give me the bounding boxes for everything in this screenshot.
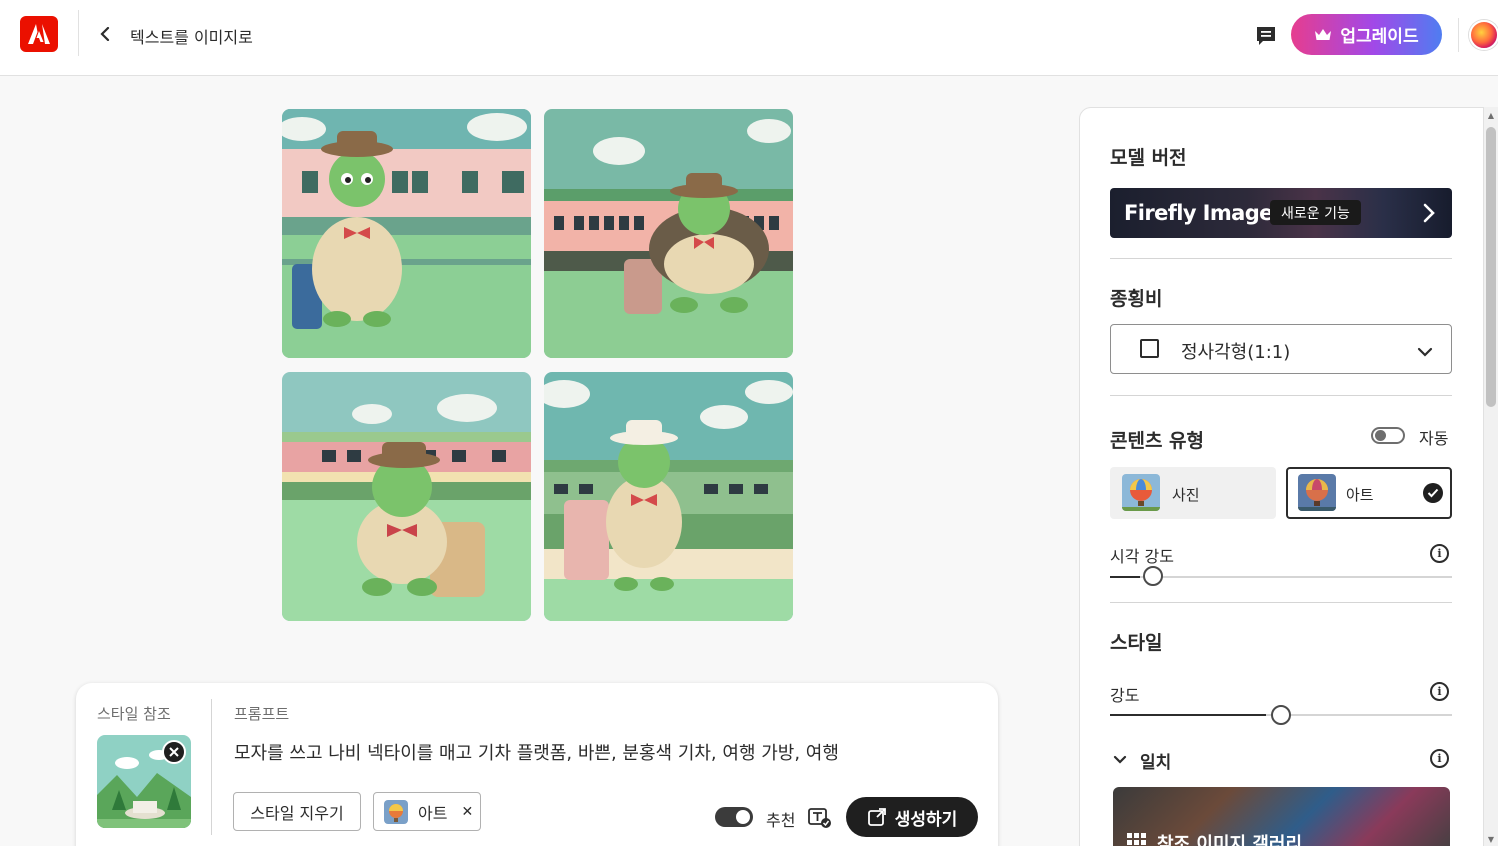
strength-fill — [1110, 714, 1266, 716]
feedback-icon[interactable] — [1254, 24, 1278, 48]
model-version-selector[interactable]: Firefly Image 2 새로운 기능 — [1110, 188, 1452, 238]
remove-style-reference-icon[interactable] — [162, 740, 186, 764]
strength-label: 강도 — [1110, 686, 1140, 705]
gallery-label: 참조 이미지 갤러리 — [1157, 834, 1303, 846]
checkmark-icon — [1423, 483, 1443, 503]
model-version-title: 모델 버전 — [1110, 147, 1187, 169]
generated-image-1[interactable] — [282, 109, 531, 358]
photo-label: 사진 — [1172, 486, 1200, 504]
art-chip-label: 아트 — [418, 803, 448, 823]
header-divider — [78, 10, 79, 56]
recommend-toggle[interactable] — [715, 807, 753, 827]
text-check-icon[interactable] — [808, 807, 832, 829]
chevron-down-icon[interactable] — [1113, 750, 1127, 769]
upgrade-button[interactable]: 업그레이드 — [1291, 14, 1442, 55]
visual-intensity-fill — [1110, 576, 1140, 578]
section-divider — [1110, 602, 1452, 603]
generated-image-4[interactable] — [544, 372, 793, 621]
aspect-ratio-value: 정사각형(1:1) — [1181, 342, 1291, 363]
generated-image-3[interactable] — [282, 372, 531, 621]
remove-art-chip-icon[interactable]: ✕ — [461, 804, 473, 820]
generate-icon — [867, 808, 886, 826]
section-divider — [1110, 258, 1452, 259]
scroll-up-icon[interactable]: ▲ — [1486, 110, 1496, 120]
auto-label: 자동 — [1419, 429, 1449, 448]
strength-handle[interactable] — [1271, 705, 1291, 725]
prompt-input[interactable]: 모자를 쓰고 나비 넥타이를 매고 기차 플랫폼, 바쁜, 분홍색 기차, 여행… — [234, 739, 974, 765]
content-type-title: 콘텐츠 유형 — [1110, 430, 1205, 452]
aspect-ratio-title: 종횡비 — [1110, 288, 1163, 310]
style-reference-label: 스타일 참조 — [97, 705, 171, 723]
app-header: 텍스트를 이미지로 업그레이드 — [0, 0, 1498, 76]
section-divider — [1110, 395, 1452, 396]
header-divider-right — [1458, 18, 1459, 52]
generate-button[interactable]: 생성하기 — [846, 797, 978, 837]
aspect-ratio-dropdown[interactable]: 정사각형(1:1) — [1110, 324, 1452, 374]
square-icon — [1140, 339, 1159, 358]
back-chevron-icon[interactable] — [94, 22, 116, 46]
clear-style-button[interactable]: 스타일 지우기 — [233, 792, 361, 831]
match-title[interactable]: 일치 — [1140, 748, 1171, 773]
chevron-down-icon — [1417, 342, 1433, 361]
auto-content-toggle[interactable] — [1371, 427, 1405, 444]
content-type-art[interactable]: 아트 — [1286, 467, 1452, 519]
content-type-photo[interactable]: 사진 — [1110, 467, 1276, 519]
crown-icon — [1315, 28, 1332, 40]
chevron-right-icon — [1423, 203, 1435, 227]
reference-gallery-card[interactable]: 참조 이미지 갤러리 — [1113, 787, 1450, 846]
style-title: 스타일 — [1110, 632, 1163, 654]
grid-icon — [1127, 833, 1147, 846]
art-label: 아트 — [1346, 486, 1374, 504]
prompt-label: 프롬프트 — [234, 705, 290, 723]
prompt-panel: 스타일 참조 프롬프트 모자를 쓰고 나비 넥타이를 매고 기차 플랫폼, 바쁜… — [76, 683, 998, 846]
scroll-down-icon[interactable]: ▼ — [1486, 834, 1496, 844]
user-avatar[interactable] — [1469, 20, 1498, 50]
page-title: 텍스트를 이미지로 — [130, 28, 253, 47]
generated-image-2[interactable] — [544, 109, 793, 358]
art-style-chip: 아트 ✕ — [373, 792, 481, 831]
photo-thumbnail — [1122, 474, 1160, 511]
art-chip-thumbnail — [384, 799, 408, 824]
visual-intensity-handle[interactable] — [1143, 566, 1163, 586]
recommend-label: 추천 — [766, 811, 796, 830]
generate-label: 생성하기 — [894, 809, 958, 830]
adobe-logo-icon[interactable] — [20, 16, 58, 52]
model-name: Firefly Image 2 — [1124, 201, 1294, 225]
info-icon[interactable]: i — [1430, 749, 1449, 768]
info-icon[interactable]: i — [1430, 544, 1449, 563]
prompt-divider — [211, 699, 212, 835]
upgrade-label: 업그레이드 — [1340, 27, 1419, 47]
visual-intensity-label: 시각 강도 — [1110, 547, 1174, 566]
new-feature-badge: 새로운 기능 — [1270, 200, 1361, 225]
info-icon[interactable]: i — [1430, 682, 1449, 701]
art-thumbnail — [1298, 474, 1336, 511]
scrollbar-thumb[interactable] — [1486, 127, 1496, 407]
